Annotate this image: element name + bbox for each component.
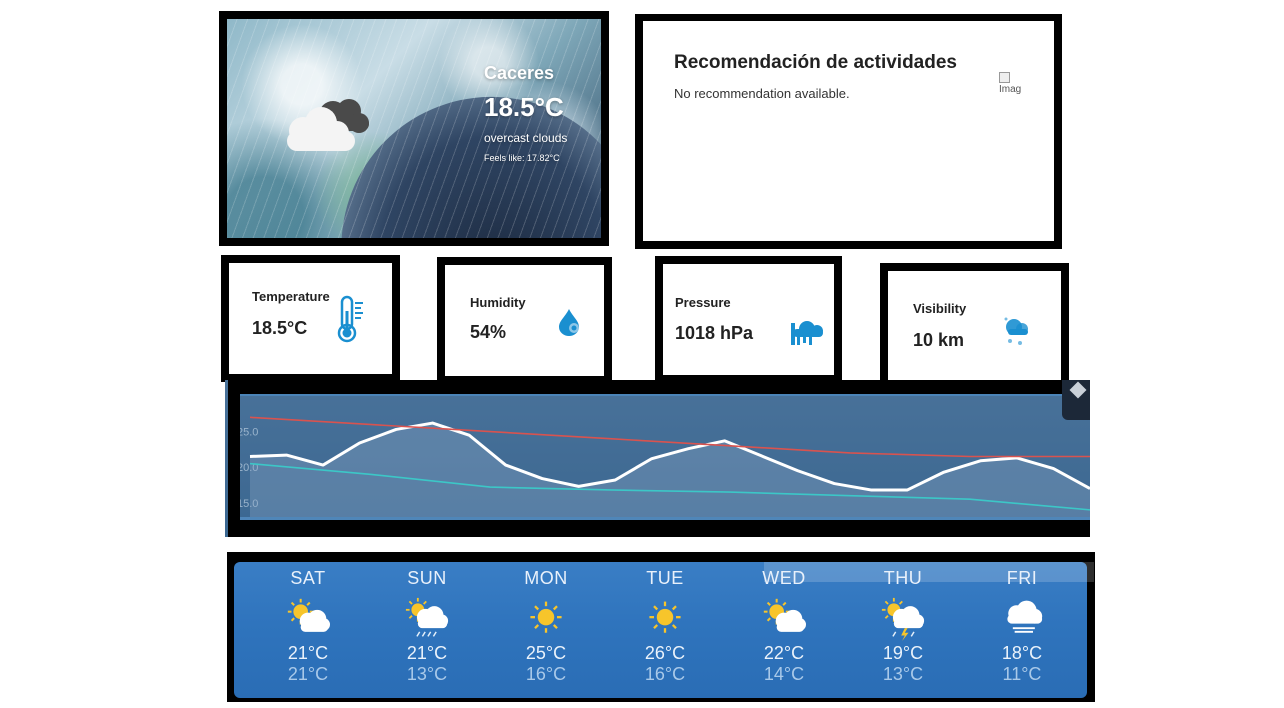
recommendation-card: Recomendación de actividades No recommen… [635,14,1062,249]
humidity-drop-icon [559,309,579,336]
stat-card-visibility: Visibility 10 km [880,263,1069,390]
forecast-high-temp: 19°C [882,643,924,663]
current-weather-card: Caceres 18.5°C overcast clouds Feels lik… [219,11,609,246]
forecast-low-temp: 11°C [1002,664,1042,684]
stat-label: Temperature [252,289,330,304]
forecast-day-name: FRI [1006,568,1038,588]
stat-value: 1018 hPa [675,323,754,343]
recommendation-title: Recomendación de actividades [674,52,957,73]
forecast-day-fri: FRI 18°C 11°C [963,562,1081,685]
forecast-low-temp: 16°C [644,664,686,684]
recommendation-message: No recommendation available. [674,86,850,101]
recommendation-image: Imag [999,72,1031,95]
stat-card-pressure: Pressure 1018 hPa [655,256,842,383]
forecast-high-temp: 21°C [287,643,329,663]
cloud-icon [287,99,369,151]
forecast-panel: SAT 21°C 21°C SUN 21°C 13°C MON 25°C 16°C TUE 26°C… [234,562,1094,698]
broken-image-icon [999,72,1010,83]
forecast-day-tue: TUE 26°C 16°C [606,562,724,685]
forecast-day-name: MON [524,568,568,588]
forecast-day-sun: SUN 21°C 13°C [368,562,486,685]
chart-frame-left [228,380,240,537]
stat-label: Pressure [675,295,731,310]
image-alt-text: Imag [999,84,1022,95]
pressure-icon [791,321,823,345]
current-temperature: 18.5°C [484,92,564,122]
thermometer-icon [337,295,363,343]
forecast-day-name: THU [883,568,923,588]
stat-value: 54% [470,322,507,342]
forecast-day-name: SAT [290,568,326,588]
forecast-low-temp: 13°C [882,664,924,684]
forecast-low-temp: 21°C [287,664,329,684]
temperature-chart: 25.0 20.0 15.0 [225,380,1090,537]
city-name: Caceres [484,63,555,83]
forecast-day-thu: THU 19°C 13°C [844,562,962,685]
stat-label: Visibility [913,301,967,316]
forecast-low-temp: 16°C [525,664,567,684]
chart-plot: 25.020.015.0 [237,416,1090,517]
cloud-fog-icon [1007,600,1043,633]
chart-frame-bottom [228,517,1090,537]
sun-cloud-rain-icon [405,597,449,637]
stat-card-humidity: Humidity 54% [437,257,612,384]
chart-menu-toggle[interactable] [1062,380,1090,420]
sun-icon [649,601,681,633]
stat-card-temperature: Temperature 18.5°C [221,255,400,382]
forecast-high-temp: 22°C [763,643,805,663]
forecast-high-temp: 25°C [525,643,567,663]
weather-description: overcast clouds [484,131,568,145]
forecast-low-temp: 13°C [406,664,448,684]
chart-frame-top [228,380,1090,396]
forecast-high-temp: 21°C [406,643,448,663]
sun-cloud-icon [763,598,806,632]
sun-icon [530,601,562,633]
current-weather-info: Caceres 18.5°C overcast clouds Feels lik… [484,63,567,163]
forecast-high-temp: 26°C [644,643,686,663]
forecast-low-temp: 14°C [763,664,805,684]
forecast-day-mon: MON 25°C 16°C [487,562,605,685]
y-tick-label: 25.0 [237,427,258,439]
forecast-day-name: WED [762,568,806,588]
stat-value: 10 km [913,330,965,350]
sun-cloud-storm-icon [881,597,925,641]
sun-cloud-icon [287,598,330,632]
forecast-day-wed: WED 22°C 14°C [725,562,843,685]
feels-like: Feels like: 17.82°C [484,153,560,163]
visibility-icon [1004,317,1028,345]
forecast-high-temp: 18°C [1001,643,1043,663]
forecast-day-name: SUN [407,568,447,588]
forecast-day-name: TUE [646,568,684,588]
stat-value: 18.5°C [252,318,308,338]
stat-label: Humidity [470,295,526,310]
weekly-forecast: SAT 21°C 21°C SUN 21°C 13°C MON 25°C 16°C TUE 26°C… [227,552,1095,702]
forecast-day-sat: SAT 21°C 21°C [249,562,367,685]
